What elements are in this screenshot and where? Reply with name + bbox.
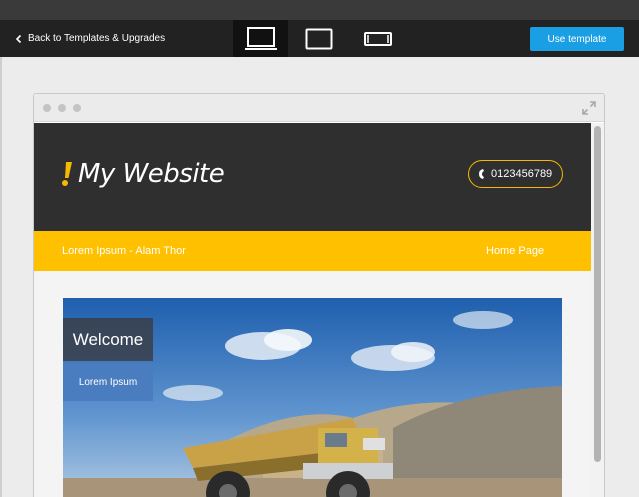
chevron-left-icon [15,34,22,43]
site-content: Welcome Lorem Ipsum [34,271,591,497]
window-dot [73,104,81,112]
site-logo-text: My Website [78,159,225,189]
expand-icon[interactable] [582,101,596,115]
nav-home-link[interactable]: Home Page [486,231,544,271]
hero-cta-button[interactable]: Lorem Ipsum [63,364,153,401]
hero-title: Welcome [63,318,153,361]
hero-banner: Welcome Lorem Ipsum [63,298,562,497]
site-preview: My Website 0123456789 Lorem Ipsum - Alam… [34,123,591,497]
nav-brand-link[interactable]: Lorem Ipsum - Alam Thor [62,231,186,271]
use-template-button[interactable]: Use template [530,27,624,51]
phone-button[interactable]: 0123456789 [468,160,563,188]
window-top-strip [0,0,639,20]
mobile-icon [364,31,392,46]
desktop-view-button[interactable] [233,20,288,57]
window-dot [43,104,51,112]
site-nav-bar: Lorem Ipsum - Alam Thor Home Page [34,231,591,271]
site-header: My Website 0123456789 [34,123,591,231]
back-link-label: Back to Templates & Upgrades [28,33,166,44]
exclamation-logo-icon [62,162,72,186]
site-logo[interactable]: My Website [60,159,225,189]
window-dot [58,104,66,112]
tablet-view-button[interactable] [296,20,342,57]
back-to-templates-link[interactable]: Back to Templates & Upgrades [14,20,165,57]
mobile-view-button[interactable] [355,20,401,57]
phone-icon [479,169,484,179]
panel-divider [0,57,2,497]
desktop-icon [244,26,277,50]
phone-number: 0123456789 [491,168,553,180]
tablet-icon [305,28,333,49]
browser-title-bar [34,94,604,122]
preview-browser-frame: My Website 0123456789 Lorem Ipsum - Alam… [33,93,605,497]
preview-scrollbar[interactable] [591,123,604,497]
editor-toolbar: Back to Templates & Upgrades Use templat… [0,20,639,57]
scrollbar-thumb[interactable] [594,126,601,462]
